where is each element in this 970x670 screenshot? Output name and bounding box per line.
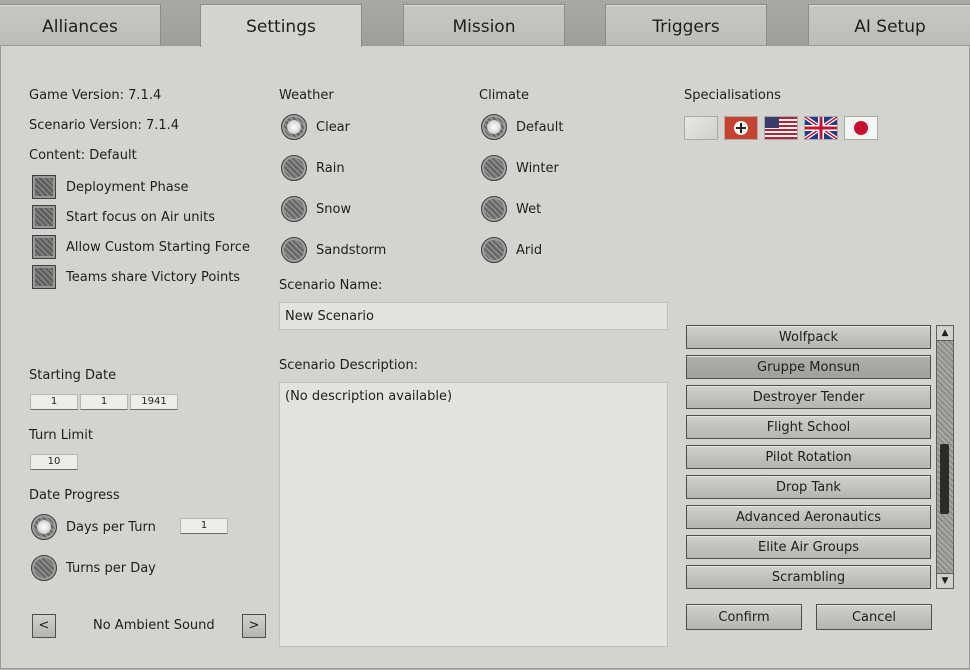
tab-ai-setup[interactable]: AI Setup	[808, 4, 970, 45]
spec-item-wolfpack[interactable]: Wolfpack	[686, 325, 931, 349]
uk-flag-icon[interactable]	[804, 116, 838, 140]
date-progress-label: Date Progress	[29, 488, 120, 503]
german-flag-icon[interactable]	[724, 116, 758, 140]
tab-bar: Alliances Settings Mission Triggers AI S…	[0, 0, 970, 47]
scenario-description-value: (No description available)	[285, 389, 453, 404]
tab-mission[interactable]: Mission	[403, 4, 565, 45]
weather-clear-radio[interactable]	[281, 114, 307, 140]
spec-item-advanced-aeronautics[interactable]: Advanced Aeronautics	[686, 505, 931, 529]
spec-item-scrambling[interactable]: Scrambling	[686, 565, 931, 589]
ambient-sound-label: No Ambient Sound	[93, 618, 215, 633]
scenario-version: Scenario Version: 7.1.4	[29, 118, 180, 133]
share-vp-label: Teams share Victory Points	[66, 270, 241, 285]
climate-default-radio[interactable]	[481, 114, 507, 140]
climate-winter-label: Winter	[516, 161, 559, 176]
spec-item-elite-air-groups[interactable]: Elite Air Groups	[686, 535, 931, 559]
spec-list-scrollbar[interactable]: ▲ ▼	[936, 325, 954, 589]
ambient-prev-button[interactable]: <	[32, 614, 56, 638]
deployment-phase-checkbox[interactable]	[32, 175, 56, 199]
days-per-turn-label: Days per Turn	[66, 520, 156, 535]
turn-limit-input[interactable]: 10	[30, 454, 78, 470]
air-focus-label: Start focus on Air units	[66, 210, 215, 225]
days-per-turn-radio[interactable]	[31, 514, 57, 540]
weather-label: Weather	[279, 88, 334, 103]
starting-date-label: Starting Date	[29, 368, 117, 383]
scenario-name-value: New Scenario	[285, 309, 375, 324]
share-vp-checkbox[interactable]	[32, 265, 56, 289]
scroll-thumb[interactable]	[940, 444, 949, 514]
turn-limit-label: Turn Limit	[29, 428, 93, 443]
climate-wet-label: Wet	[516, 202, 542, 217]
climate-arid-label: Arid	[516, 243, 543, 258]
weather-clear-label: Clear	[316, 120, 350, 135]
air-focus-checkbox[interactable]	[32, 205, 56, 229]
scroll-down-icon[interactable]: ▼	[937, 573, 953, 588]
climate-winter-radio[interactable]	[481, 155, 507, 181]
spec-item-destroyer-tender[interactable]: Destroyer Tender	[686, 385, 931, 409]
days-per-turn-input[interactable]: 1	[180, 518, 228, 534]
weather-snow-radio[interactable]	[281, 196, 307, 222]
weather-rain-radio[interactable]	[281, 155, 307, 181]
tab-settings[interactable]: Settings	[200, 4, 362, 47]
spec-item-gruppe-monsun[interactable]: Gruppe Monsun	[686, 355, 931, 379]
japan-flag-icon[interactable]	[844, 116, 878, 140]
deployment-phase-label: Deployment Phase	[66, 180, 189, 195]
weather-snow-label: Snow	[316, 202, 352, 217]
turns-per-day-radio[interactable]	[31, 555, 57, 581]
climate-arid-radio[interactable]	[481, 237, 507, 263]
scroll-up-icon[interactable]: ▲	[937, 326, 953, 341]
tab-triggers[interactable]: Triggers	[605, 4, 767, 45]
tab-alliances[interactable]: Alliances	[0, 4, 161, 45]
cancel-button[interactable]: Cancel	[816, 604, 932, 630]
scenario-description-label: Scenario Description:	[279, 358, 419, 373]
confirm-button[interactable]: Confirm	[686, 604, 802, 630]
spec-item-flight-school[interactable]: Flight School	[686, 415, 931, 439]
custom-force-checkbox[interactable]	[32, 235, 56, 259]
start-year-input[interactable]: 1941	[130, 394, 178, 410]
climate-default-label: Default	[516, 120, 564, 135]
start-day-input[interactable]: 1	[30, 394, 78, 410]
usa-flag-icon[interactable]	[764, 116, 798, 140]
turns-per-day-label: Turns per Day	[66, 561, 156, 576]
ambient-next-button[interactable]: >	[242, 614, 266, 638]
spec-item-pilot-rotation[interactable]: Pilot Rotation	[686, 445, 931, 469]
scenario-name-label: Scenario Name:	[279, 278, 383, 293]
weather-rain-label: Rain	[316, 161, 345, 176]
custom-force-label: Allow Custom Starting Force	[66, 240, 250, 255]
neutral-flag-icon[interactable]	[684, 116, 718, 140]
scenario-name-input[interactable]: New Scenario	[279, 302, 668, 330]
weather-sandstorm-radio[interactable]	[281, 237, 307, 263]
climate-label: Climate	[479, 88, 530, 103]
scenario-description-textarea[interactable]: (No description available)	[279, 382, 668, 647]
climate-wet-radio[interactable]	[481, 196, 507, 222]
weather-sandstorm-label: Sandstorm	[316, 243, 387, 258]
start-month-input[interactable]: 1	[80, 394, 128, 410]
game-version: Game Version: 7.1.4	[29, 88, 162, 103]
specialisations-label: Specialisations	[684, 88, 781, 103]
content-label: Content: Default	[29, 148, 137, 163]
spec-item-drop-tank[interactable]: Drop Tank	[686, 475, 931, 499]
